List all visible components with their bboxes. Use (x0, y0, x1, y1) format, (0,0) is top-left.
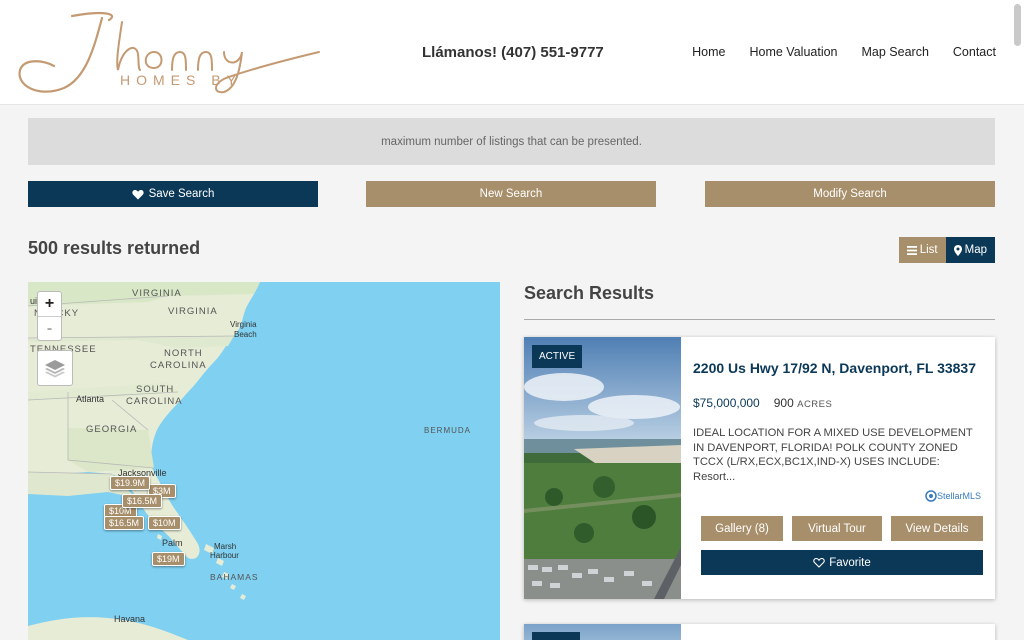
map-price-marker[interactable]: $19.9M (110, 476, 151, 490)
gallery-label: Gallery (8) (715, 522, 769, 535)
map-label-south-carolina-1: SOUTH (136, 384, 175, 395)
status-badge (532, 632, 580, 640)
scrollbar-thumb[interactable] (1014, 4, 1021, 46)
map-label-south-carolina-2: CAROLINA (126, 396, 183, 407)
map-label-georgia: GEORGIA (86, 424, 138, 435)
map-label-bahamas: BAHAMAS (210, 572, 259, 582)
map-city-virginia-beach-1: Virginia (230, 320, 257, 329)
virtual-tour-button[interactable]: Virtual Tour (792, 516, 882, 541)
nav-map-search[interactable]: Map Search (862, 45, 929, 59)
virtual-tour-label: Virtual Tour (808, 522, 866, 535)
aerial-photo (524, 337, 681, 599)
listing-card (524, 624, 995, 640)
divider (524, 319, 995, 320)
gallery-button[interactable]: Gallery (8) (701, 516, 783, 541)
listing-acres: 900 (773, 396, 794, 410)
mls-name: StellarMLS (936, 491, 981, 501)
modify-search-button[interactable]: Modify Search (705, 181, 995, 207)
map-view-label: Map (964, 244, 987, 256)
listing-acres-unit: ACRES (797, 399, 833, 410)
listing-photo[interactable]: ACTIVE (524, 337, 681, 599)
map-city-atlanta: Atlanta (76, 394, 105, 404)
map-price-marker[interactable]: $16.5M (122, 494, 163, 508)
list-view-button[interactable]: List (898, 237, 946, 263)
zoom-out-button[interactable]: - (38, 316, 61, 340)
map-label-north-carolina-1: NORTH (164, 348, 203, 359)
save-search-button[interactable]: Save Search (28, 181, 318, 207)
listing-address[interactable]: 2200 Us Hwy 17/92 N, Davenport, FL 33837 (693, 360, 976, 376)
map-price-marker[interactable]: $19M (152, 552, 185, 566)
results-count: 500 results returned (28, 238, 201, 258)
new-search-button[interactable]: New Search (366, 181, 656, 207)
results-map[interactable]: VIRGINIA NTUCKY VIRGINIA TENNESSEE NORTH… (28, 282, 500, 640)
view-details-button[interactable]: View Details (891, 516, 983, 541)
mls-logo: StellarMLS (925, 490, 981, 502)
new-search-label: New Search (479, 188, 543, 200)
map-label-virginia: VIRGINIA (168, 306, 218, 317)
status-badge: ACTIVE (532, 345, 583, 368)
heart-icon (131, 189, 144, 199)
map-city-virginia-beach-2: Beach (234, 330, 257, 339)
nav-home-valuation[interactable]: Home Valuation (749, 45, 837, 59)
listing-description: IDEAL LOCATION FOR A MIXED USE DEVELOPME… (693, 427, 973, 483)
listing-limit-notice: maximum number of listings that can be p… (28, 118, 995, 165)
map-view-button[interactable]: Map (945, 237, 995, 263)
map-marker-icon (953, 244, 962, 256)
listing-card: ACTIVE 2200 Us Hwy 17/92 N, Davenport, F… (524, 337, 995, 599)
map-city-palm: Palm (162, 538, 183, 548)
map-city-marsh-harbour-1: Marsh (214, 542, 237, 551)
map-label-bermuda: BERMUDA (424, 426, 472, 435)
heart-outline-icon (813, 557, 825, 568)
view-toggle: List Map (898, 237, 995, 263)
map-basemap (28, 282, 500, 640)
map-price-marker[interactable]: $10M (148, 516, 181, 530)
search-results-title: Search Results (524, 283, 655, 303)
map-city-havana: Havana (114, 614, 146, 624)
nav-contact[interactable]: Contact (953, 45, 996, 59)
logo[interactable]: HOMES BY (14, 8, 334, 100)
map-label-north-carolina-2: CAROLINA (150, 360, 207, 371)
stellar-mls-icon (925, 490, 937, 502)
phone-number[interactable]: Llámanos! (407) 551-9777 (422, 44, 604, 61)
list-icon (906, 245, 917, 255)
map-label-virginia-top: VIRGINIA (132, 288, 182, 299)
view-details-label: View Details (905, 522, 969, 535)
map-city-marsh-harbour-2: Harbour (210, 551, 239, 560)
modify-search-label: Modify Search (813, 188, 887, 200)
main-nav: Home Home Valuation Map Search Contact (692, 45, 996, 59)
site-header: HOMES BY Llámanos! (407) 551-9777 Home H… (0, 0, 1024, 105)
map-price-marker[interactable]: $16.5M (104, 516, 145, 530)
favorite-button[interactable]: Favorite (701, 550, 983, 575)
favorite-label: Favorite (829, 556, 871, 569)
save-search-label: Save Search (148, 188, 215, 200)
map-zoom-control: + - (37, 291, 62, 341)
list-view-label: List (919, 244, 938, 256)
layers-icon (45, 360, 65, 378)
listing-price: $75,000,000 (693, 396, 760, 410)
zoom-in-button[interactable]: + (38, 292, 61, 316)
notice-text: maximum number of listings that can be p… (381, 135, 642, 148)
listing-meta: $75,000,000 900 ACRES (693, 396, 832, 410)
logo-tagline: HOMES BY (120, 72, 242, 88)
map-layers-button[interactable] (37, 350, 73, 386)
nav-home[interactable]: Home (692, 45, 725, 59)
